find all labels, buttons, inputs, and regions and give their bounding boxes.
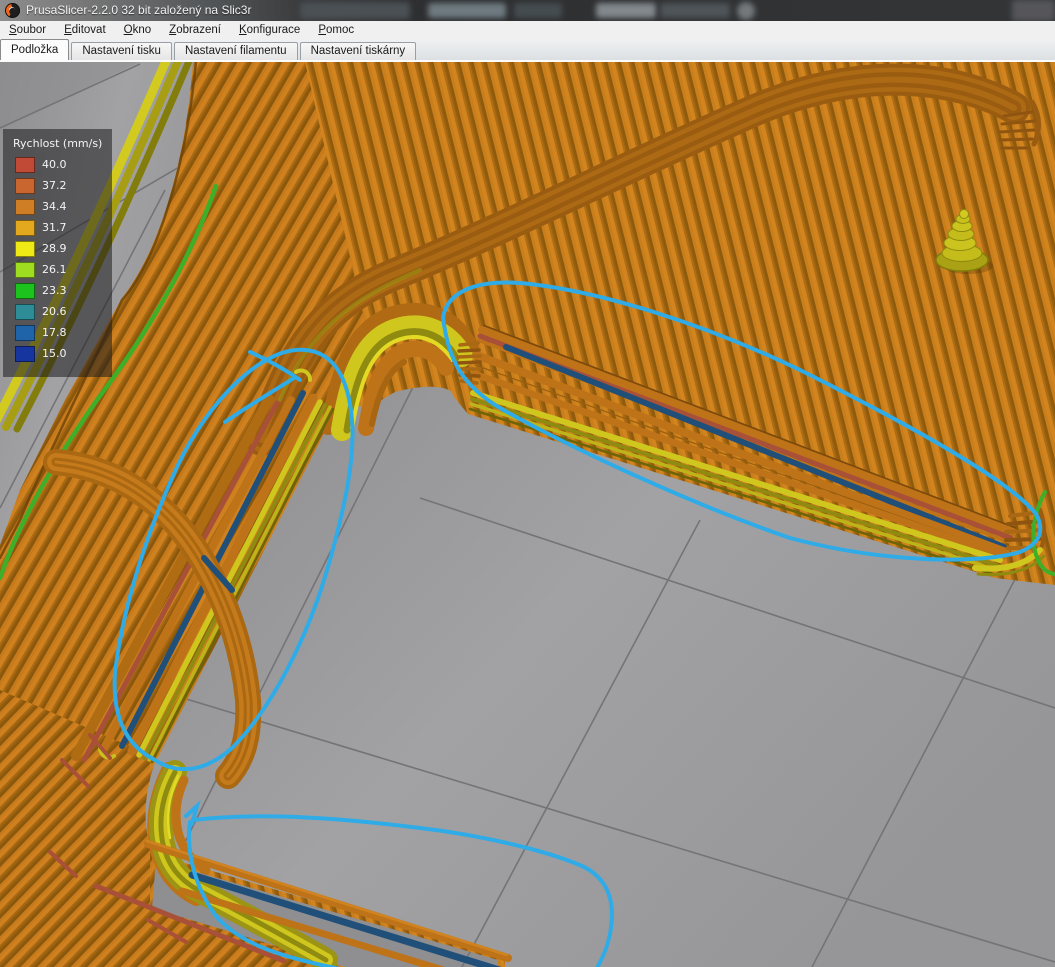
speed-legend: Rychlost (mm/s) 40.0 37.2 34.4 31.7 28.9 [3,129,112,377]
menu-editovat[interactable]: Editovat [55,21,115,39]
menu-konfigurace[interactable]: Konfigurace [230,21,309,39]
tab-nastaveni-tiskarny[interactable]: Nastavení tiskárny [300,42,417,60]
legend-swatch [15,157,35,173]
tab-podlozka[interactable]: Podložka [0,39,69,60]
menu-pomoc[interactable]: Pomoc [309,21,363,39]
legend-row: 15.0 [3,343,112,364]
viewport-3d[interactable] [0,62,1055,967]
titlebar-blur-decoration [428,3,506,18]
window-title-text: PrusaSlicer-2.2.0 32 bit založený na Sli… [26,3,251,17]
window-titlebar[interactable]: PrusaSlicer-2.2.0 32 bit založený na Sli… [0,0,1055,22]
titlebar-blur-decoration [1012,0,1055,21]
legend-swatch [15,325,35,341]
legend-swatch [15,304,35,320]
legend-row: 23.3 [3,280,112,301]
titlebar-blur-decoration [300,2,410,19]
legend-swatch [15,241,35,257]
legend-row: 31.7 [3,217,112,238]
app-logo-icon [5,3,20,18]
legend-row: 26.1 [3,259,112,280]
titlebar-blur-decoration [737,2,755,20]
legend-swatch [15,283,35,299]
titlebar-blur-decoration [596,3,656,18]
legend-swatch [15,262,35,278]
menu-zobrazeni[interactable]: Zobrazení [160,21,230,39]
titlebar-blur-decoration [514,3,562,18]
tab-nastaveni-filamentu[interactable]: Nastavení filamentu [174,42,298,60]
menu-soubor[interactable]: Soubor [0,21,55,39]
prusaslicer-window: PrusaSlicer-2.2.0 32 bit založený na Sli… [0,0,1055,967]
legend-row: 40.0 [3,154,112,175]
legend-swatch [15,178,35,194]
tabbar: Podložka Nastavení tisku Nastavení filam… [0,39,1055,60]
legend-row: 17.8 [3,322,112,343]
menu-okno[interactable]: Okno [115,21,161,39]
legend-row: 28.9 [3,238,112,259]
menubar: Soubor Editovat Okno Zobrazení Konfigura… [0,21,1055,40]
titlebar-blur-decoration [660,3,730,18]
legend-swatch [15,220,35,236]
legend-row: 37.2 [3,175,112,196]
legend-row: 34.4 [3,196,112,217]
viewport-3d-container: Rychlost (mm/s) 40.0 37.2 34.4 31.7 28.9 [0,62,1055,967]
legend-swatch [15,346,35,362]
tab-nastaveni-tisku[interactable]: Nastavení tisku [71,42,172,60]
legend-swatch [15,199,35,215]
legend-title: Rychlost (mm/s) [3,129,112,154]
legend-row: 20.6 [3,301,112,322]
